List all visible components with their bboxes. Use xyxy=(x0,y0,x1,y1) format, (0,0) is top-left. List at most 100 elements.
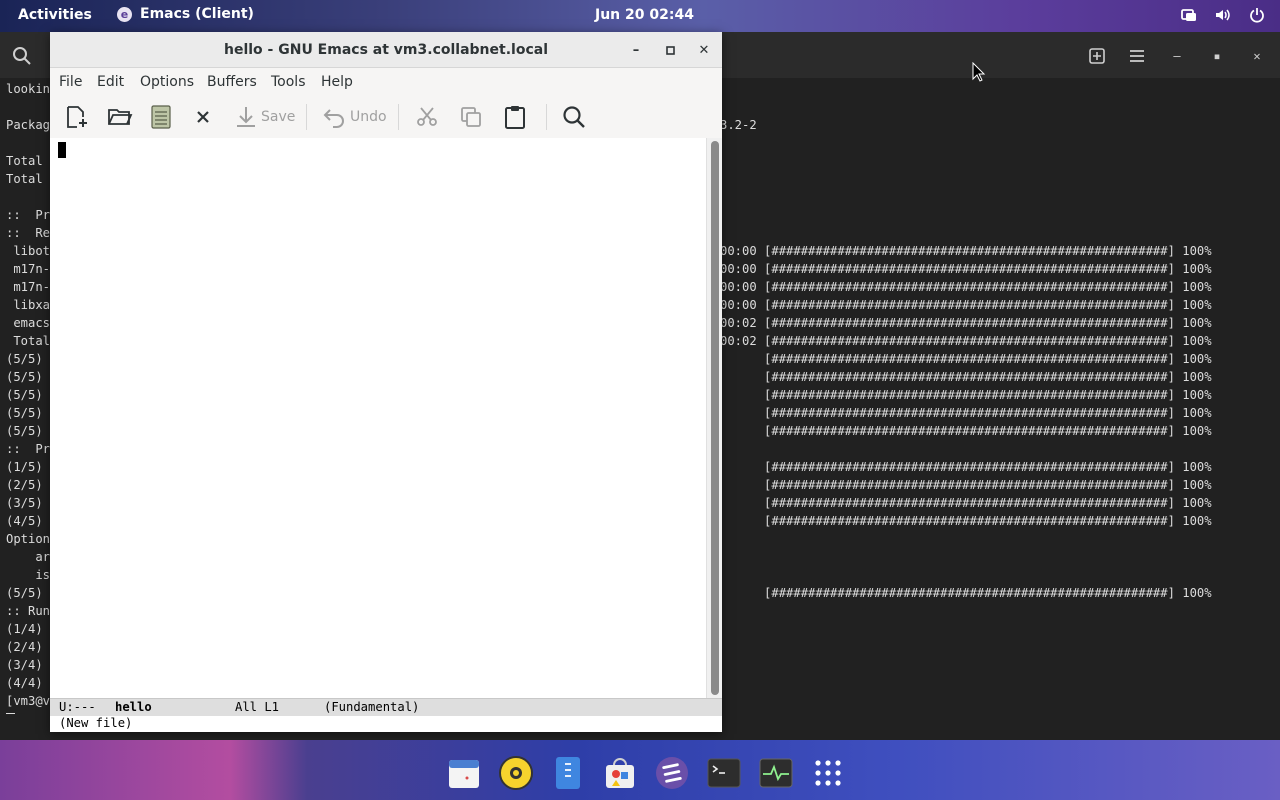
files-app-icon[interactable] xyxy=(548,753,588,793)
terminal-progress-line: [#######################################… xyxy=(720,496,1212,510)
terminal-progress-line: [#######################################… xyxy=(720,514,1212,528)
terminal-app-icon[interactable] xyxy=(704,753,744,793)
app-menu[interactable]: e Emacs (Client) xyxy=(117,6,254,22)
paste-icon xyxy=(505,106,525,129)
minimize-icon[interactable]: – xyxy=(1166,45,1188,67)
power-icon xyxy=(1250,8,1264,23)
menu-bar: File Edit Options Buffers Tools Help xyxy=(50,68,722,96)
search-icon[interactable] xyxy=(12,46,32,69)
network-icon xyxy=(1181,9,1196,21)
echo-message: (New file) xyxy=(59,716,133,730)
terminal-progress-line: [#######################################… xyxy=(720,424,1212,438)
terminal-line: (4/5) xyxy=(6,514,43,528)
close-icon[interactable]: ✕ xyxy=(1246,45,1268,67)
emacs-app-icon: e xyxy=(117,6,132,22)
close-icon[interactable]: ✕ xyxy=(694,40,714,60)
terminal-line: m17n- xyxy=(6,262,51,276)
terminal-line: (3/5) xyxy=(6,496,43,510)
paste-button[interactable] xyxy=(503,102,527,132)
maximize-icon[interactable] xyxy=(660,40,680,60)
close-icon xyxy=(197,111,209,123)
terminal-line: Option xyxy=(6,532,51,546)
terminal-line: libot xyxy=(6,244,51,258)
modeline-major-mode[interactable]: (Fundamental) xyxy=(324,700,419,714)
terminal-line: emacs xyxy=(6,316,51,330)
menu-edit[interactable]: Edit xyxy=(97,74,124,90)
terminal-progress-line: 00:02 [#################################… xyxy=(720,316,1212,330)
terminal-line: (5/5) xyxy=(6,388,43,402)
top-bar: Activities e Emacs (Client) Jun 20 02:44 xyxy=(0,0,1280,32)
dired-icon xyxy=(151,105,171,129)
terminal-line: Total xyxy=(6,334,51,348)
emacs-titlebar[interactable]: hello - GNU Emacs at vm3.collabnet.local… xyxy=(50,32,722,68)
calendar-app-icon[interactable] xyxy=(444,753,484,793)
hamburger-menu-icon[interactable] xyxy=(1126,45,1148,67)
terminal-line: (5/5) xyxy=(6,424,43,438)
window-title: hello - GNU Emacs at vm3.collabnet.local xyxy=(224,42,548,58)
terminal-line: Total xyxy=(6,154,43,168)
terminal-controls: – ▪ ✕ xyxy=(1086,45,1268,67)
open-file-button[interactable] xyxy=(107,102,133,132)
search-icon xyxy=(563,106,585,128)
app-name: Emacs (Client) xyxy=(140,6,254,22)
activities-button[interactable]: Activities xyxy=(18,7,92,23)
save-icon xyxy=(237,107,255,127)
menu-tools[interactable]: Tools xyxy=(271,74,306,90)
new-file-icon xyxy=(67,106,87,128)
rhythmbox-app-icon[interactable] xyxy=(496,753,536,793)
modeline-buffer-name[interactable]: hello xyxy=(115,700,152,714)
text-editor-area[interactable] xyxy=(50,138,706,730)
terminal-line: (5/5) xyxy=(6,406,43,420)
echo-area: (New file) xyxy=(50,716,722,732)
terminal-progress-line: 00:00 [#################################… xyxy=(720,280,1212,294)
copy-icon xyxy=(461,107,481,127)
copy-button[interactable] xyxy=(459,102,483,132)
terminal-line: Total xyxy=(6,172,43,186)
emacs-window[interactable]: hello - GNU Emacs at vm3.collabnet.local… xyxy=(50,32,722,732)
save-button[interactable]: Save xyxy=(235,102,295,132)
app-grid-icon[interactable] xyxy=(808,753,848,793)
menu-buffers[interactable]: Buffers xyxy=(207,74,257,90)
terminal-progress-line: 00:02 [#################################… xyxy=(720,334,1212,348)
terminal-cursor xyxy=(6,713,15,714)
terminal-line: (3/4) xyxy=(6,658,43,672)
new-tab-icon[interactable] xyxy=(1086,45,1108,67)
terminal-line: :: Run xyxy=(6,604,51,618)
terminal-progress-line: 00:00 [#################################… xyxy=(720,262,1212,276)
terminal-line: (2/4) xyxy=(6,640,43,654)
dired-button[interactable] xyxy=(150,102,172,132)
undo-button[interactable]: Undo xyxy=(322,102,387,132)
save-label: Save xyxy=(261,109,296,125)
terminal-progress-line: 3.2-2 xyxy=(720,118,757,132)
terminal-line: (1/5) xyxy=(6,460,43,474)
menu-options[interactable]: Options xyxy=(140,74,194,90)
maximize-icon[interactable]: ▪ xyxy=(1206,45,1228,67)
dash-dock xyxy=(426,746,866,800)
minimize-icon[interactable]: – xyxy=(626,40,646,60)
menu-help[interactable]: Help xyxy=(321,74,353,90)
undo-icon xyxy=(323,109,344,128)
cut-button[interactable] xyxy=(415,102,439,132)
toolbar-separator xyxy=(546,104,547,130)
open-folder-icon xyxy=(108,109,133,125)
clock[interactable]: Jun 20 02:44 xyxy=(595,7,694,23)
emacs-app-icon[interactable] xyxy=(652,753,692,793)
new-file-button[interactable] xyxy=(64,102,90,132)
terminal-line: (5/5) xyxy=(6,586,43,600)
system-monitor-app-icon[interactable] xyxy=(756,753,796,793)
kill-buffer-button[interactable] xyxy=(194,102,212,132)
terminal-progress-line: [#######################################… xyxy=(720,406,1212,420)
terminal-line: Packag xyxy=(6,118,51,132)
system-tray[interactable] xyxy=(1180,6,1266,24)
menu-file[interactable]: File xyxy=(59,74,82,90)
scrollbar-thumb[interactable] xyxy=(711,141,719,695)
modeline-position: All L1 xyxy=(235,700,280,714)
terminal-progress-line: 00:00 [#################################… xyxy=(720,244,1212,258)
search-button[interactable] xyxy=(561,102,587,132)
vertical-scrollbar[interactable] xyxy=(706,138,722,698)
terminal-progress-line: [#######################################… xyxy=(720,460,1212,474)
terminal-line: libxa xyxy=(6,298,51,312)
terminal-progress-line: [#######################################… xyxy=(720,478,1212,492)
software-app-icon[interactable] xyxy=(600,753,640,793)
terminal-progress-line: 00:00 [#################################… xyxy=(720,298,1212,312)
